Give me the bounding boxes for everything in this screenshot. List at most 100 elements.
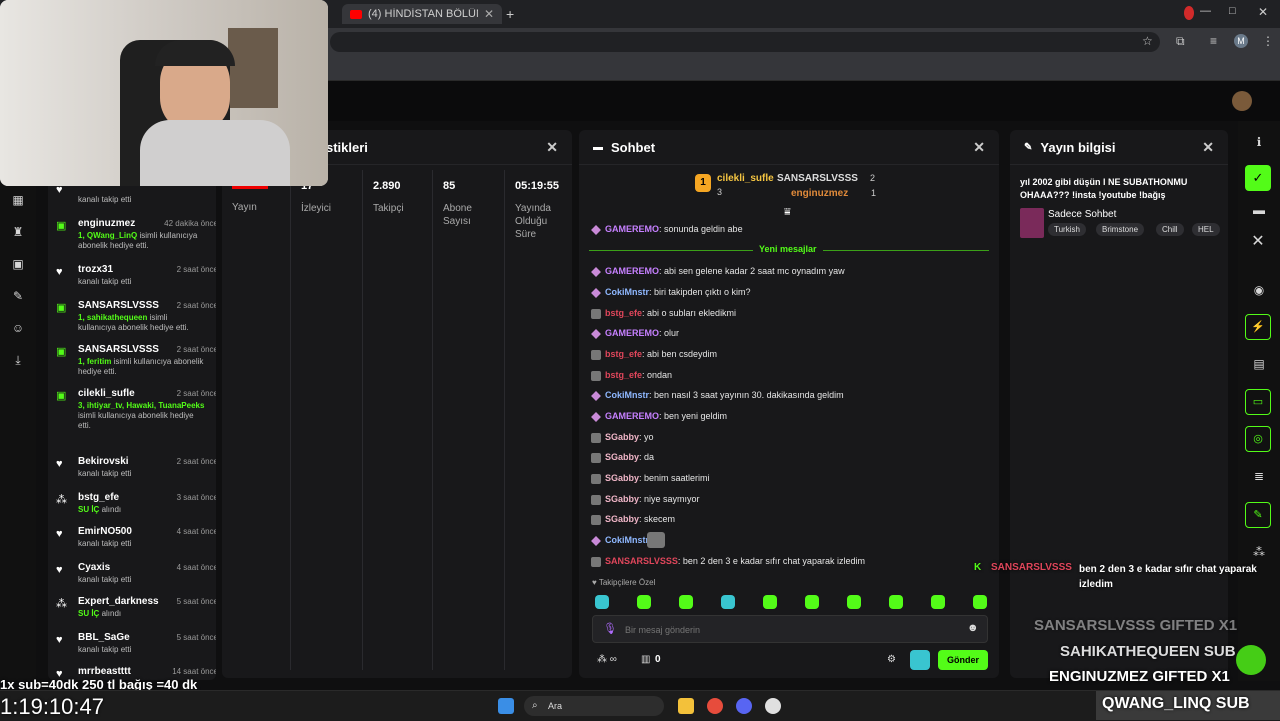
chat-input[interactable] xyxy=(623,619,957,641)
wrench-icon[interactable]: ✎ xyxy=(1245,502,1271,528)
heart-icon: ♥ xyxy=(56,634,63,646)
activity-user[interactable]: Bekirovski xyxy=(78,456,129,467)
gift-icon[interactable]: ▥ xyxy=(641,654,650,665)
chat-username[interactable]: SGabby xyxy=(605,432,639,442)
chat-username[interactable]: bstg_efe xyxy=(605,370,642,380)
close-icon[interactable]: ✕ xyxy=(1202,139,1214,156)
chat-username[interactable]: CokiMnstr xyxy=(605,535,649,545)
activity-user[interactable]: BBL_SaGe xyxy=(78,632,130,643)
points-icon[interactable]: ⁂ xyxy=(1252,545,1266,559)
activity-user[interactable]: Expert_darkness xyxy=(78,596,159,607)
chrome-icon[interactable] xyxy=(707,698,723,714)
stats-title: stikleri xyxy=(326,139,368,155)
activity-user[interactable]: cilekli_sufle xyxy=(78,388,135,399)
download-icon[interactable]: ⤓ xyxy=(11,353,25,367)
info-icon[interactable]: ℹ xyxy=(1252,135,1266,149)
microphone-icon[interactable]: 🎙︎ xyxy=(603,622,617,635)
bookmark-star-icon[interactable]: ☆ xyxy=(1142,34,1153,48)
emote[interactable] xyxy=(889,595,903,609)
activity-user[interactable]: Cyaxis xyxy=(78,562,110,573)
minimize-icon[interactable]: — xyxy=(1200,5,1211,17)
emote[interactable] xyxy=(721,595,735,609)
document-icon[interactable]: ▤ xyxy=(1252,357,1266,371)
taskbar-search[interactable]: ⌕ Ara xyxy=(524,696,664,716)
chat-username[interactable]: GAMEREMO xyxy=(605,411,659,421)
close-icon[interactable]: ✕ xyxy=(1251,234,1265,250)
activity-user[interactable]: SANSARSLVSSS xyxy=(78,344,159,355)
emote[interactable] xyxy=(847,595,861,609)
browser-tab[interactable]: (4) HİNDİSTAN BÖLÜM 3: NEW ✕ xyxy=(342,4,502,24)
chat-icon[interactable]: ▭ xyxy=(1245,389,1271,415)
chat-username[interactable]: bstg_efe xyxy=(605,349,642,359)
extensions-icon[interactable]: ⧉ xyxy=(1176,34,1185,49)
tag[interactable]: Chill xyxy=(1156,223,1184,236)
check-icon[interactable]: ✓ xyxy=(1245,165,1271,191)
tag[interactable]: Brimstone xyxy=(1096,223,1145,236)
close-icon[interactable]: ✕ xyxy=(546,139,558,156)
chat-username[interactable]: SANSARSLVSSS xyxy=(605,556,678,566)
chat-username[interactable]: SGabby xyxy=(605,452,639,462)
bolt-icon[interactable]: ⚡ xyxy=(1245,314,1271,340)
settings-gear-icon[interactable]: ⚙ xyxy=(887,654,896,665)
activity-user[interactable]: EmirNO500 xyxy=(78,526,132,537)
profile-avatar[interactable]: M xyxy=(1234,34,1248,48)
activity-time: 42 dakika önce xyxy=(164,219,216,228)
user-avatar[interactable] xyxy=(1232,91,1252,111)
chat-username[interactable]: GAMEREMO xyxy=(605,266,659,276)
activity-text: kanalı takip etti xyxy=(78,575,132,584)
chart-icon[interactable]: ▦ xyxy=(11,193,25,207)
send-button[interactable]: Gönder xyxy=(938,650,988,670)
discord-icon[interactable] xyxy=(736,698,752,714)
chat-username[interactable]: bstg_efe xyxy=(605,308,642,318)
user-badge-icon xyxy=(591,514,601,525)
chat-username[interactable]: CokiMnstr xyxy=(605,287,649,297)
emote[interactable] xyxy=(595,595,609,609)
file-explorer-icon[interactable] xyxy=(678,698,694,714)
chat-username[interactable]: GAMEREMO xyxy=(605,328,659,338)
activity-user[interactable]: enginuzmez xyxy=(78,218,135,229)
stack-icon[interactable]: ≣ xyxy=(1252,469,1266,483)
taskbar: ⌕ Ara xyxy=(0,690,1280,721)
chat-message: SGabby: benim saatlerimi xyxy=(591,471,710,485)
activity-user[interactable]: SANSARSLVSSS xyxy=(78,300,159,311)
app-icon[interactable] xyxy=(765,698,781,714)
emoji-icon[interactable]: ☻ xyxy=(967,622,979,634)
emote[interactable] xyxy=(763,595,777,609)
trophy-icon[interactable]: ♜ xyxy=(11,225,25,239)
new-tab-button[interactable]: + xyxy=(506,6,514,22)
activity-user[interactable]: trozx31 xyxy=(78,264,113,275)
maximize-icon[interactable]: □ xyxy=(1229,5,1236,17)
broadcast-icon[interactable]: ◎ xyxy=(1245,426,1271,452)
close-tab-icon[interactable]: ✕ xyxy=(484,7,494,21)
camera-icon[interactable]: ◉ xyxy=(1252,283,1266,297)
video-icon[interactable]: ▣ xyxy=(11,257,25,271)
activity-user[interactable]: bstg_efe xyxy=(78,492,119,503)
chat-username[interactable]: SGabby xyxy=(605,514,639,524)
windows-start-icon[interactable] xyxy=(498,698,514,714)
category-name[interactable]: Sadece Sohbet xyxy=(1048,209,1116,220)
menu-icon[interactable]: ⋮ xyxy=(1262,34,1274,48)
emote[interactable] xyxy=(973,595,987,609)
address-bar[interactable] xyxy=(330,32,1160,52)
points-icon[interactable]: ⁂ ∞ xyxy=(597,654,617,665)
chat-username[interactable]: SGabby xyxy=(605,473,639,483)
activity-user[interactable]: mrrbeastttt xyxy=(78,666,131,677)
kick-bot-icon[interactable] xyxy=(910,650,930,670)
emote[interactable] xyxy=(805,595,819,609)
layout-icon[interactable]: ▬ xyxy=(1252,203,1266,217)
chat-username[interactable]: CokiMnstr xyxy=(605,390,649,400)
emote[interactable] xyxy=(679,595,693,609)
emote[interactable] xyxy=(931,595,945,609)
close-window-icon[interactable]: ✕ xyxy=(1258,5,1268,19)
chat-username[interactable]: SGabby xyxy=(605,494,639,504)
tab-search-icon[interactable]: ≡ xyxy=(1210,34,1217,48)
users-icon[interactable]: ☺ xyxy=(11,321,25,335)
chat-username[interactable]: GAMEREMO xyxy=(605,224,659,234)
emote[interactable] xyxy=(637,595,651,609)
chat-input-box[interactable]: 🎙︎ ☻ xyxy=(592,615,988,643)
wrench-icon[interactable]: ✎ xyxy=(11,289,25,303)
extension-icon[interactable] xyxy=(1184,6,1194,20)
tag[interactable]: Turkish xyxy=(1048,223,1086,236)
user-badge-icon xyxy=(591,370,601,381)
tag[interactable]: HEL xyxy=(1192,223,1220,236)
